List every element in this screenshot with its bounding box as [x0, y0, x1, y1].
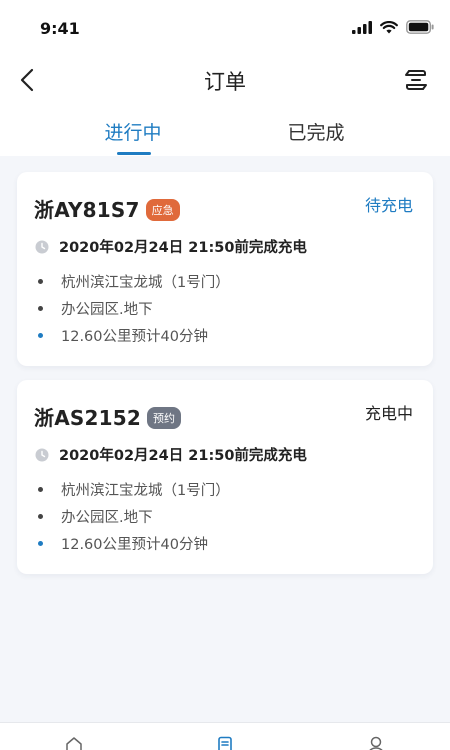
location-row: 办公园区.地下	[35, 503, 230, 530]
home-icon[interactable]	[64, 735, 84, 750]
status-time: 9:41	[40, 19, 80, 38]
cellular-signal-icon	[352, 20, 372, 34]
clock-icon	[35, 240, 49, 253]
wifi-icon	[380, 20, 398, 33]
distance-text: 12.60公里预计40分钟	[61, 329, 208, 345]
order-status: 待充电	[364, 196, 413, 215]
bullet-dot-icon	[38, 306, 43, 311]
address-text: 杭州滨江宝龙城（1号门）	[61, 483, 230, 499]
bullet-dot-icon	[38, 541, 43, 546]
deadline-row: 2020年02月24日 21:50前完成充电	[35, 444, 307, 465]
order-status: 充电中	[364, 404, 413, 423]
status-bar: 9:41	[0, 0, 450, 56]
reservation-badge: 预约	[146, 407, 181, 429]
active-tab-indicator	[117, 152, 151, 155]
distance-text: 12.60公里预计40分钟	[61, 537, 208, 553]
address-row: 杭州滨江宝龙城（1号门）	[35, 476, 230, 503]
orders-icon[interactable]	[215, 735, 235, 750]
order-card[interactable]: 浙AY81S7 应急 待充电 2020年02月24日 21:50前完成充电 杭州滨…	[17, 172, 433, 366]
page-title: 订单	[204, 70, 246, 94]
bullet-dot-icon	[38, 333, 43, 338]
urgent-badge: 应急	[145, 199, 180, 221]
profile-icon[interactable]	[366, 735, 386, 750]
bottom-tab-bar	[0, 722, 450, 750]
bullet-dot-icon	[38, 279, 43, 284]
deadline-text: 2020年02月24日 21:50前完成充电	[59, 240, 307, 256]
location-row: 办公园区.地下	[35, 295, 230, 322]
clock-icon	[35, 448, 49, 461]
address-text: 杭州滨江宝龙城（1号门）	[61, 275, 230, 291]
tab-completed[interactable]: 已完成	[246, 118, 386, 145]
order-card[interactable]: 浙AS2152 预约 充电中 2020年02月24日 21:50前完成充电 杭州滨…	[17, 380, 433, 574]
deadline-row: 2020年02月24日 21:50前完成充电	[35, 236, 307, 257]
location-text: 办公园区.地下	[61, 302, 153, 318]
battery-icon	[406, 20, 434, 34]
location-text: 办公园区.地下	[61, 510, 153, 526]
status-icons	[352, 20, 434, 34]
license-plate-text: 浙AS2152	[34, 406, 141, 430]
orders-screen: 9:41 订单 进行中 已完成 浙AY81S7 应急 待充电 2020年02月2…	[0, 0, 450, 750]
license-plate: 浙AY81S7 应急	[34, 194, 180, 223]
switch-icon[interactable]	[402, 66, 430, 94]
license-plate: 浙AS2152 预约	[34, 402, 181, 431]
order-info-list: 杭州滨江宝龙城（1号门） 办公园区.地下 12.60公里预计40分钟	[35, 476, 230, 557]
nav-bar: 订单	[0, 56, 450, 104]
order-info-list: 杭州滨江宝龙城（1号门） 办公园区.地下 12.60公里预计40分钟	[35, 268, 230, 349]
bullet-dot-icon	[38, 487, 43, 492]
order-tabs: 进行中 已完成	[0, 112, 450, 156]
header-area: 9:41 订单 进行中 已完成	[0, 0, 450, 156]
license-plate-text: 浙AY81S7	[34, 198, 140, 222]
address-row: 杭州滨江宝龙城（1号门）	[35, 268, 230, 295]
deadline-text: 2020年02月24日 21:50前完成充电	[59, 448, 307, 464]
bullet-dot-icon	[38, 514, 43, 519]
tab-in-progress[interactable]: 进行中	[63, 118, 203, 145]
distance-row: 12.60公里预计40分钟	[35, 530, 230, 557]
distance-row: 12.60公里预计40分钟	[35, 322, 230, 349]
